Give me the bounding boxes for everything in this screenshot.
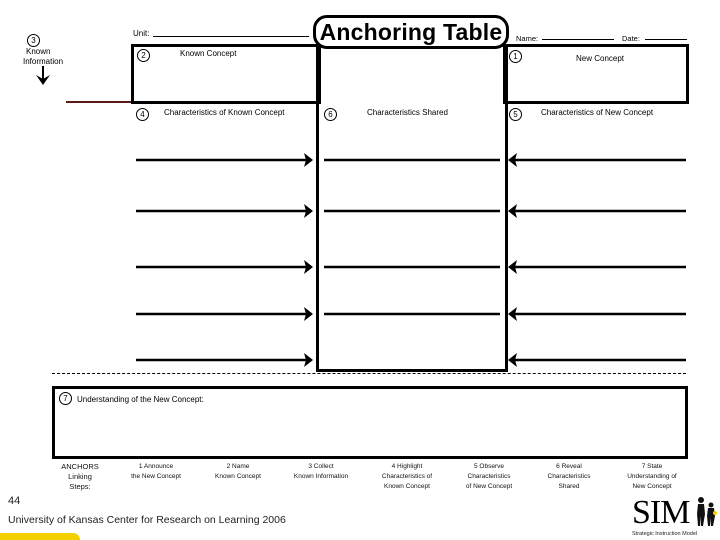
linking-step-5-line2: Characteristics <box>467 473 511 480</box>
linking-step-7: 7 State Understanding of New Concept <box>620 462 684 492</box>
linking-step-5: 5 Observe Characteristics of New Concept <box>458 462 520 492</box>
unit-label: Unit: <box>133 29 150 38</box>
step-number-7: 7 <box>59 392 72 405</box>
anchors-header: ANCHORS Linking Steps: <box>58 462 102 492</box>
arrow-right-icon <box>304 260 313 274</box>
linking-step-2-line1: 2 Name <box>226 463 250 470</box>
date-field[interactable] <box>645 39 687 40</box>
linking-step-5-line1: 5 Observe <box>474 463 504 470</box>
linking-step-6-line3: Shared <box>558 483 580 490</box>
linking-step-2-line2: Known Concept <box>215 473 261 480</box>
anchors-header-line1: ANCHORS <box>61 462 99 471</box>
page-title: Anchoring Table <box>313 15 509 49</box>
linking-step-4-line2: Characteristics of <box>381 473 433 480</box>
new-concept-box[interactable] <box>503 44 689 104</box>
step-number-5: 5 <box>509 108 522 121</box>
sim-logo: SIM Strategic Instruction Model <box>630 494 720 540</box>
characteristics-new-label: Characteristics of New Concept <box>541 108 654 117</box>
anchors-header-line2: Linking <box>68 472 92 481</box>
accent-bar <box>0 533 80 540</box>
page-number: 44 <box>8 495 21 507</box>
anchors-header-line3: Steps: <box>69 482 91 491</box>
date-label: Date: <box>622 34 640 43</box>
linking-step-7-line3: New Concept <box>632 483 672 490</box>
sim-logo-subtitle: Strategic Instruction Model <box>632 531 698 537</box>
step-number-2: 2 <box>137 49 150 62</box>
step-number-1: 1 <box>509 50 522 63</box>
new-concept-label: New Concept <box>576 54 625 63</box>
footer-credit: University of Kansas Center for Research… <box>8 514 286 526</box>
name-field[interactable] <box>542 39 614 40</box>
linking-step-3: 3 Collect Known Information <box>286 462 356 482</box>
linking-step-4: 4 Highlight Characteristics of Known Con… <box>374 462 440 492</box>
known-concept-label: Known Concept <box>180 49 237 58</box>
arrow-right-icon <box>304 153 313 167</box>
step-number-4: 4 <box>136 108 149 121</box>
unit-field[interactable] <box>153 36 309 37</box>
linking-step-1-line2: the New Concept <box>131 473 181 480</box>
linking-step-1-line1: 1 Announce <box>138 463 174 470</box>
known-information-label-line2: Information <box>23 57 64 66</box>
linking-step-6-line2: Characteristics <box>547 473 591 480</box>
linking-step-6: 6 Reveal Characteristics Shared <box>540 462 598 492</box>
linking-step-5-line3: of New Concept <box>465 483 513 490</box>
arrow-right-icon <box>304 307 313 321</box>
linking-step-6-line1: 6 Reveal <box>556 463 582 470</box>
arrow-left-icon <box>508 260 517 274</box>
step-number-3: 3 <box>27 34 40 47</box>
linking-step-4-line1: 4 Highlight <box>391 463 423 470</box>
sim-logo-text: SIM <box>632 494 690 531</box>
dashed-separator <box>52 373 686 374</box>
step-number-6: 6 <box>324 108 337 121</box>
linking-step-1: 1 Announce the New Concept <box>126 462 186 482</box>
linking-step-7-line2: Understanding of <box>627 473 677 480</box>
arrow-left-icon <box>508 353 517 367</box>
arrow-left-icon <box>508 307 517 321</box>
sim-figures-icon <box>697 497 717 526</box>
linking-step-3-line2: Known Information <box>293 473 349 480</box>
arrow-down-icon <box>36 66 50 85</box>
linking-step-4-line3: Known Concept <box>384 483 430 490</box>
arrow-right-icon <box>304 353 313 367</box>
linking-step-7-line1: 7 State <box>641 463 663 470</box>
arrow-right-icon <box>304 204 313 218</box>
arrow-left-icon <box>508 153 517 167</box>
arrow-left-icon <box>508 204 517 218</box>
linking-step-3-line1: 3 Collect <box>308 463 334 470</box>
understanding-label: Understanding of the New Concept: <box>77 395 204 404</box>
known-information-label-line1: Known <box>26 47 51 56</box>
characteristics-shared-label: Characteristics Shared <box>367 108 448 117</box>
name-label: Name: <box>516 34 539 43</box>
linking-step-2: 2 Name Known Concept <box>208 462 268 482</box>
characteristics-shared-box[interactable] <box>316 44 508 372</box>
characteristics-known-label: Characteristics of Known Concept <box>164 108 285 117</box>
